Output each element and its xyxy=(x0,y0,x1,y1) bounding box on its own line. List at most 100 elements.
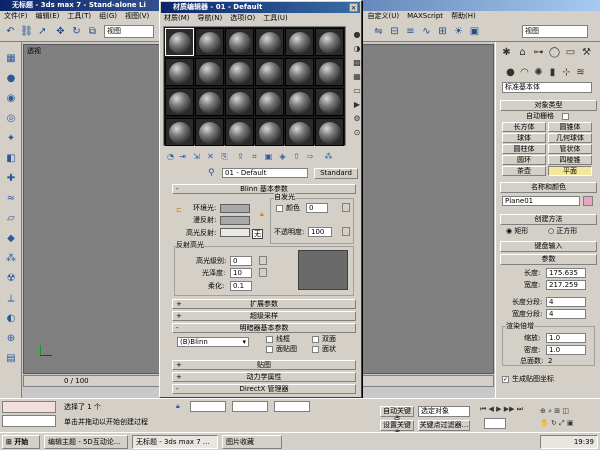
sample-type-icon[interactable]: ● xyxy=(352,30,362,40)
length-segs-spinner[interactable]: 4 xyxy=(546,297,586,307)
material-slot[interactable] xyxy=(195,58,224,86)
curve-editor-icon[interactable]: ∿ xyxy=(420,25,433,38)
task-pictures[interactable]: 图片收藏 xyxy=(222,435,282,449)
glossiness-spinner[interactable]: 10 xyxy=(230,268,252,278)
hierarchy-tab-icon[interactable]: ⊶ xyxy=(532,46,545,59)
put-to-scene-icon[interactable]: ⇥ xyxy=(177,151,188,162)
options-icon[interactable]: ⚙ xyxy=(352,114,362,124)
shapes-icon[interactable]: ◠ xyxy=(518,66,531,79)
shape-icon[interactable]: ▱ xyxy=(4,212,18,226)
light-icon[interactable]: ✦ xyxy=(4,132,18,146)
task-forum[interactable]: 编辑主题 - 5D互动论... xyxy=(44,435,128,449)
create-torus-icon[interactable]: ◎ xyxy=(4,112,18,126)
render-icon[interactable]: ☀ xyxy=(452,25,465,38)
material-slot[interactable] xyxy=(315,88,344,116)
view-select[interactable]: 视图 xyxy=(522,25,588,38)
opacity-map-button[interactable] xyxy=(342,227,350,236)
opacity-spinner[interactable]: 100 xyxy=(308,227,332,237)
material-slot[interactable] xyxy=(225,118,254,146)
prim-pyramid-button[interactable]: 四棱锥 xyxy=(548,155,592,165)
key-filter-button[interactable]: 关键点过滤器... xyxy=(418,420,470,431)
show-end-result-icon[interactable]: ◈ xyxy=(277,151,288,162)
go-parent-icon[interactable]: ⇧ xyxy=(291,151,302,162)
reset-map-icon[interactable]: ✕ xyxy=(205,151,216,162)
maps-rollout[interactable]: + 贴图 xyxy=(172,360,356,370)
object-color-swatch[interactable] xyxy=(583,196,593,206)
prim-torus-button[interactable]: 圆环 xyxy=(502,155,546,165)
backlight-icon[interactable]: ◑ xyxy=(352,44,362,54)
playback-controls-icon[interactable]: ⏮ ◀ ▶ ▶▶ ⏭ xyxy=(480,405,523,414)
me-menu-navigation[interactable]: 导航(N) xyxy=(198,14,223,22)
make-preview-icon[interactable]: ▶ xyxy=(352,100,362,110)
name-color-header[interactable]: 名称和颜色 xyxy=(500,182,597,193)
material-slot[interactable] xyxy=(285,58,314,86)
material-slot[interactable] xyxy=(285,88,314,116)
menu-file[interactable]: 文件(F) xyxy=(4,12,28,20)
soften-spinner[interactable]: 0.1 xyxy=(230,281,252,291)
object-name-input[interactable]: Plane01 xyxy=(502,196,580,206)
material-slot[interactable] xyxy=(255,118,284,146)
creation-method-header[interactable]: 创建方法 xyxy=(500,214,597,225)
ambient-swatch[interactable] xyxy=(220,204,250,213)
material-slot[interactable] xyxy=(255,28,284,56)
create-box-icon[interactable]: ▦ xyxy=(4,52,18,66)
category-select[interactable]: 标准基本体 xyxy=(502,82,592,93)
compound-icon[interactable]: ⊕ xyxy=(4,332,18,346)
material-slot[interactable] xyxy=(285,28,314,56)
link-icon[interactable]: ⛓ xyxy=(20,25,33,38)
face-map-checkbox[interactable] xyxy=(266,346,273,353)
faceted-checkbox[interactable] xyxy=(312,346,319,353)
task-3dsmax[interactable]: 无标题 - 3ds max 7 ... xyxy=(132,435,218,449)
align-icon[interactable]: ⊟ xyxy=(388,25,401,38)
selection-set-select[interactable]: 选定对象 xyxy=(418,406,470,417)
shader-type-select[interactable]: (B)Blinn ▾ xyxy=(177,337,249,347)
gen-map-coords-checkbox[interactable]: ✓ xyxy=(502,376,509,383)
autogrid-checkbox[interactable] xyxy=(562,113,569,120)
directx-rollout[interactable]: - DirectX 管理器 xyxy=(172,384,356,394)
menu-tools[interactable]: 工具(T) xyxy=(67,12,91,20)
modify-tab-icon[interactable]: ⌂ xyxy=(516,46,529,59)
keyboard-entry-header[interactable]: 键盘输入 xyxy=(500,241,597,252)
lock-diffuse-icon[interactable]: 🔒︎ xyxy=(260,210,264,219)
menu-group[interactable]: 组(G) xyxy=(99,12,117,20)
pick-material-icon[interactable]: ⚲ xyxy=(208,169,215,178)
assign-material-icon[interactable]: ⇲ xyxy=(191,151,202,162)
set-key-button[interactable]: 设置关键点 xyxy=(380,420,414,437)
menu-views[interactable]: 视图(V) xyxy=(125,12,149,20)
width-segs-spinner[interactable]: 4 xyxy=(546,309,586,319)
prim-box-button[interactable]: 长方体 xyxy=(502,122,546,132)
current-frame-field[interactable] xyxy=(484,418,506,429)
prim-geosphere-button[interactable]: 几何球体 xyxy=(548,133,592,143)
spec-level-spinner[interactable]: 0 xyxy=(230,256,252,266)
background-icon[interactable]: ▩ xyxy=(352,58,362,68)
prim-teapot-button[interactable]: 茶壶 xyxy=(502,166,546,176)
schematic-icon[interactable]: ⊞ xyxy=(436,25,449,38)
get-material-icon[interactable]: ◔ xyxy=(165,151,176,162)
reactor-icon[interactable]: ☢ xyxy=(4,272,18,286)
material-slot[interactable] xyxy=(195,28,224,56)
lights-icon[interactable]: ✺ xyxy=(532,66,545,79)
go-sibling-icon[interactable]: ⇨ xyxy=(305,151,316,162)
cameras-icon[interactable]: ▮ xyxy=(546,66,559,79)
material-slot[interactable] xyxy=(165,58,194,86)
morph-icon[interactable]: ◐ xyxy=(4,312,18,326)
prim-tube-button[interactable]: 管状体 xyxy=(548,144,592,154)
supersampling-rollout[interactable]: + 超级采样 xyxy=(172,311,356,321)
motion-tab-icon[interactable]: ◯ xyxy=(548,46,561,59)
length-spinner[interactable]: 175.635 xyxy=(546,268,586,278)
width-spinner[interactable]: 217.259 xyxy=(546,280,586,290)
select-by-material-icon[interactable]: ⊙ xyxy=(352,128,362,138)
creation-rect-radio[interactable]: ◉ 矩形 xyxy=(506,227,528,236)
camera-icon[interactable]: ◧ xyxy=(4,152,18,166)
material-slot[interactable] xyxy=(255,58,284,86)
material-slot[interactable] xyxy=(165,28,194,56)
z-coord-field[interactable] xyxy=(274,401,310,412)
specular-swatch[interactable] xyxy=(220,228,250,237)
material-slot[interactable] xyxy=(315,58,344,86)
prim-cylinder-button[interactable]: 圆柱体 xyxy=(502,144,546,154)
menu-edit[interactable]: 编辑(E) xyxy=(36,12,60,20)
uv-tiling-icon[interactable]: ▦ xyxy=(352,72,362,82)
move-icon[interactable]: ✥ xyxy=(54,25,67,38)
me-menu-material[interactable]: 材质(M) xyxy=(164,14,190,22)
utilities-tab-icon[interactable]: ⚒ xyxy=(580,46,593,59)
